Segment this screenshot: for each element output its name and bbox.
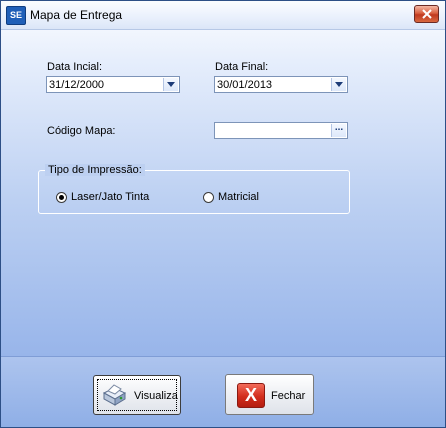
mapa-de-entrega-window: SE Mapa de Entrega Data Incial: 31/12/20… <box>0 0 446 428</box>
data-inicial-value: 31/12/2000 <box>49 79 105 91</box>
radio-matricial[interactable] <box>203 192 214 203</box>
button-footer: Visualiza X Fechar <box>1 356 445 427</box>
chevron-down-icon <box>335 82 343 87</box>
fechar-button-label: Fechar <box>271 390 306 402</box>
title-bar: SE Mapa de Entrega <box>1 1 445 30</box>
data-final-dropdown-button[interactable] <box>331 78 346 91</box>
radio-laser-jato-tinta[interactable] <box>56 192 67 203</box>
red-x-icon: X <box>237 383 265 408</box>
close-icon <box>421 9 432 19</box>
tipo-impressao-title: Tipo de Impressão: <box>45 164 145 176</box>
data-final-field[interactable]: 30/01/2013 <box>214 76 348 93</box>
close-window-button[interactable] <box>414 5 439 23</box>
visualiza-button-label: Visualiza <box>134 390 178 402</box>
radio-selected-dot <box>59 195 64 200</box>
chevron-down-icon <box>167 82 175 87</box>
radio-matricial-label[interactable]: Matricial <box>218 191 259 203</box>
fechar-button[interactable]: X Fechar <box>225 374 314 415</box>
data-inicial-dropdown-button[interactable] <box>163 78 178 91</box>
data-inicial-field[interactable]: 31/12/2000 <box>46 76 180 93</box>
data-inicial-label: Data Incial: <box>47 61 103 73</box>
visualiza-button[interactable]: Visualiza <box>93 375 181 415</box>
data-final-value: 30/01/2013 <box>217 79 273 91</box>
codigo-mapa-lookup-button[interactable]: ... <box>331 123 346 137</box>
codigo-mapa-field[interactable]: ... <box>214 122 348 139</box>
radio-laser-jato-tinta-label[interactable]: Laser/Jato Tinta <box>71 191 149 203</box>
app-icon: SE <box>6 6 26 25</box>
codigo-mapa-label: Código Mapa: <box>47 125 116 137</box>
window-title: Mapa de Entrega <box>30 8 123 22</box>
data-final-label: Data Final: <box>215 61 269 73</box>
printer-icon <box>102 384 127 406</box>
